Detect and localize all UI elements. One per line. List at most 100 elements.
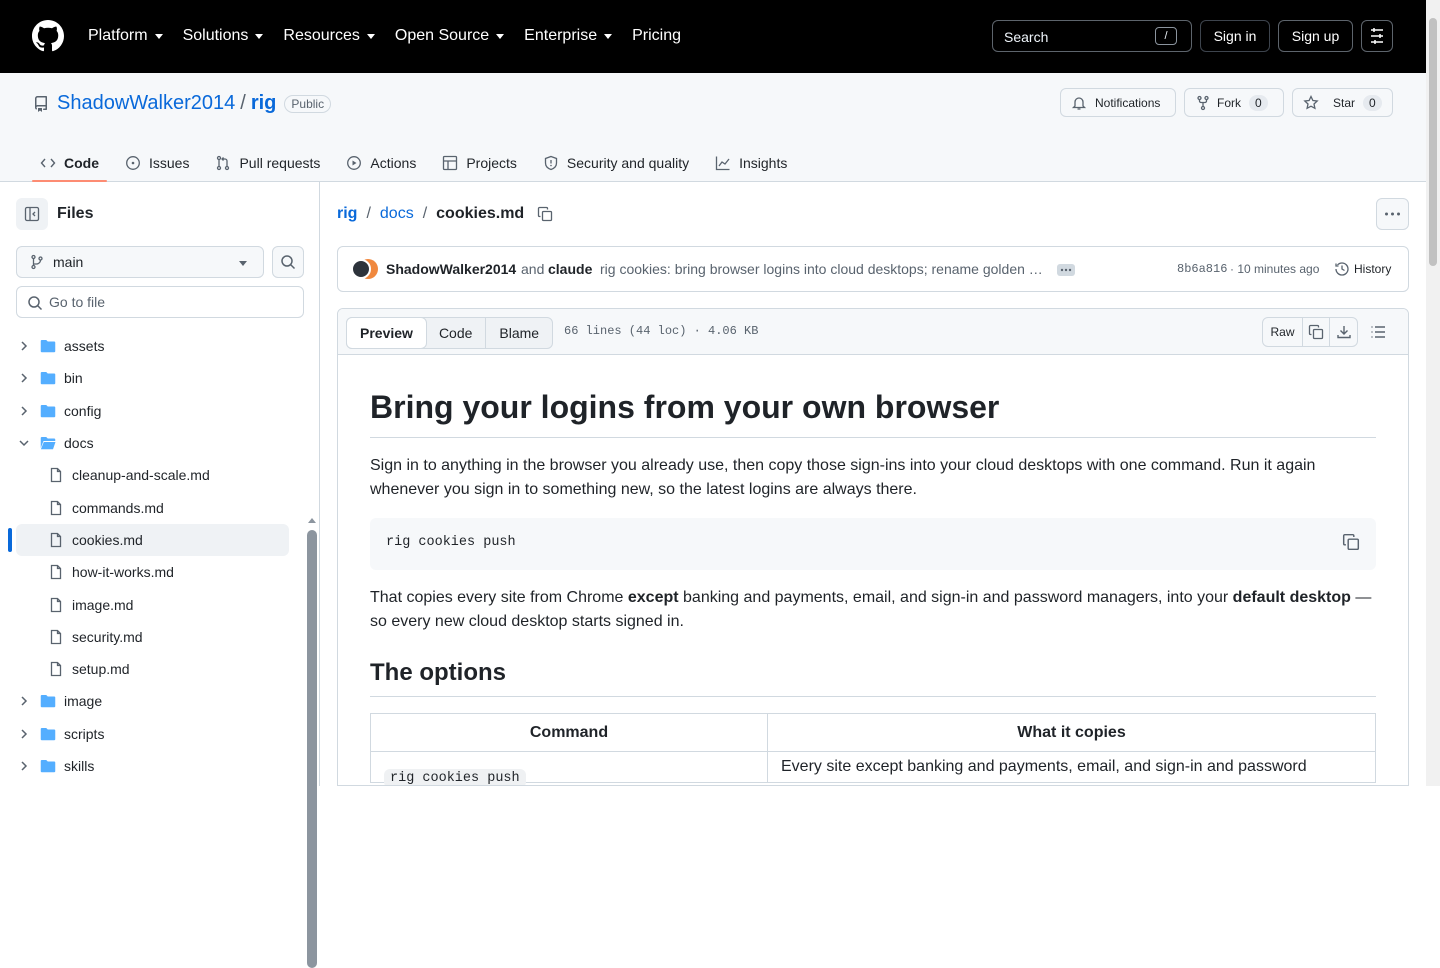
file-icon: [50, 661, 62, 677]
tree-file[interactable]: cookies.md: [16, 523, 289, 557]
global-nav: Platform Solutions Resources Open Source…: [88, 24, 701, 48]
fork-label: Fork: [1217, 95, 1241, 110]
nav-open-source[interactable]: Open Source: [395, 24, 505, 48]
copy-icon[interactable]: [1342, 533, 1360, 551]
sign-up-button[interactable]: Sign up: [1278, 20, 1353, 52]
search-files-button[interactable]: [272, 246, 304, 278]
file-icon: [50, 629, 62, 644]
issue-icon: [126, 156, 140, 170]
doc-paragraph-1: Sign in to anything in the browser you a…: [370, 457, 1316, 498]
bell-icon: [1071, 96, 1087, 110]
code-text: rig cookies push: [386, 535, 516, 550]
tree-folder[interactable]: bin: [0, 362, 304, 394]
history-button[interactable]: History: [1354, 262, 1391, 276]
tree-file[interactable]: cleanup-and-scale.md: [0, 459, 304, 491]
commit-sha[interactable]: 8b6a816: [1177, 262, 1227, 276]
table-icon: [443, 155, 458, 171]
tree-folder[interactable]: scripts: [0, 718, 304, 750]
breadcrumb-dir[interactable]: docs: [380, 205, 414, 223]
repo-owner-link[interactable]: ShadowWalker2014: [57, 92, 235, 115]
more-options-button[interactable]: [1376, 198, 1409, 230]
tree-item-label: bin: [64, 370, 83, 387]
nav-resources[interactable]: Resources: [283, 24, 375, 48]
tab-label: Pull requests: [239, 155, 321, 171]
tree-folder[interactable]: image: [0, 685, 304, 717]
tree-folder[interactable]: skills: [0, 750, 304, 782]
tree-file[interactable]: setup.md: [0, 653, 304, 685]
commit-coauthor[interactable]: claude: [548, 261, 592, 277]
chevron-right-icon: [21, 373, 28, 383]
sign-in-button[interactable]: Sign in: [1200, 20, 1270, 52]
search-shortcut-key: /: [1155, 27, 1177, 45]
tree-item-label: image: [64, 693, 103, 710]
commit-author[interactable]: ShadowWalker2014: [386, 261, 516, 277]
nav-label: Resources: [283, 27, 360, 44]
go-to-file-input[interactable]: Go to file: [16, 286, 304, 318]
tree-file[interactable]: how-it-works.md: [0, 556, 304, 588]
star-button[interactable]: Star 0: [1292, 88, 1393, 117]
tab-issues[interactable]: Issues: [117, 144, 197, 182]
nav-enterprise[interactable]: Enterprise: [524, 24, 613, 48]
tree-item-label: setup.md: [72, 661, 130, 678]
notifications-button[interactable]: Notifications: [1060, 88, 1176, 117]
repo-title: ShadowWalker2014 / rig Public: [33, 92, 332, 115]
branch-icon: [31, 254, 43, 270]
search-placeholder: Search: [1004, 29, 1049, 45]
copy-path-icon[interactable]: [537, 206, 553, 222]
tree-item-label: docs: [64, 435, 94, 452]
tab-label: Issues: [149, 155, 190, 171]
nav-platform[interactable]: Platform: [88, 24, 163, 48]
download-icon: [1336, 326, 1351, 339]
tree-file[interactable]: commands.md: [0, 491, 304, 523]
tab-code[interactable]: Code: [32, 144, 107, 182]
avatar-author[interactable]: [351, 259, 371, 279]
scroll-up-arrow-icon[interactable]: [308, 518, 316, 523]
tree-item-label: cookies.md: [72, 531, 143, 548]
tree-folder[interactable]: docs: [0, 427, 304, 459]
tab-security[interactable]: Security and quality: [535, 144, 697, 182]
nav-solutions[interactable]: Solutions: [183, 24, 264, 48]
tree-folder[interactable]: config: [0, 395, 304, 427]
tab-insights[interactable]: Insights: [707, 144, 795, 182]
file-view: rig / docs / cookies.md ShadowWalker2014…: [321, 182, 1426, 786]
repo-name-link[interactable]: rig: [251, 92, 277, 115]
download-button[interactable]: [1330, 318, 1357, 346]
tab-label: Security and quality: [566, 155, 690, 171]
global-header: Platform Solutions Resources Open Source…: [0, 0, 1426, 73]
breadcrumb-root[interactable]: rig: [337, 205, 357, 223]
table-cell: Every site except banking and payments, …: [767, 751, 1376, 783]
sidebar-scrollbar[interactable]: [307, 530, 317, 968]
collapse-sidebar-button[interactable]: [16, 198, 48, 230]
list-unordered-icon[interactable]: [1370, 324, 1386, 340]
tab-pull-requests[interactable]: Pull requests: [207, 144, 328, 182]
github-logo-icon[interactable]: [32, 20, 64, 52]
page-scrollbar[interactable]: [1426, 0, 1440, 786]
fork-button[interactable]: Fork 0: [1184, 88, 1284, 117]
file-tree-sidebar: Files main Go to file assets bin config doc…: [0, 182, 320, 968]
tree-file[interactable]: security.md: [0, 621, 304, 653]
commit-message[interactable]: rig cookies: bring browser logins into c…: [600, 261, 1048, 277]
ellipsis-icon[interactable]: [1057, 264, 1075, 276]
tree-folder[interactable]: assets: [0, 330, 304, 362]
tree-file[interactable]: image.md: [0, 588, 304, 620]
copy-raw-button[interactable]: [1303, 318, 1330, 346]
branch-selector[interactable]: main: [16, 246, 264, 278]
preview-button[interactable]: Preview: [346, 317, 427, 349]
blame-button[interactable]: Blame: [485, 318, 552, 348]
appearance-settings-button[interactable]: [1361, 20, 1393, 52]
shield-icon: [544, 155, 558, 171]
tab-actions[interactable]: Actions: [338, 144, 424, 182]
fork-icon: [1197, 95, 1209, 110]
page-scrollbar-thumb[interactable]: [1429, 18, 1437, 266]
tab-projects[interactable]: Projects: [434, 144, 525, 182]
raw-button[interactable]: Raw: [1263, 318, 1303, 346]
breadcrumb-file: cookies.md: [436, 205, 525, 222]
nav-pricing[interactable]: Pricing: [632, 24, 681, 48]
code-button[interactable]: Code: [426, 318, 485, 348]
nav-label: Platform: [88, 27, 148, 44]
tree-item-label: how-it-works.md: [72, 564, 174, 581]
search-input[interactable]: Search /: [992, 20, 1192, 52]
history-icon: [1335, 262, 1349, 276]
pull-request-icon: [217, 155, 230, 171]
raw-button-group: Raw: [1262, 317, 1358, 347]
